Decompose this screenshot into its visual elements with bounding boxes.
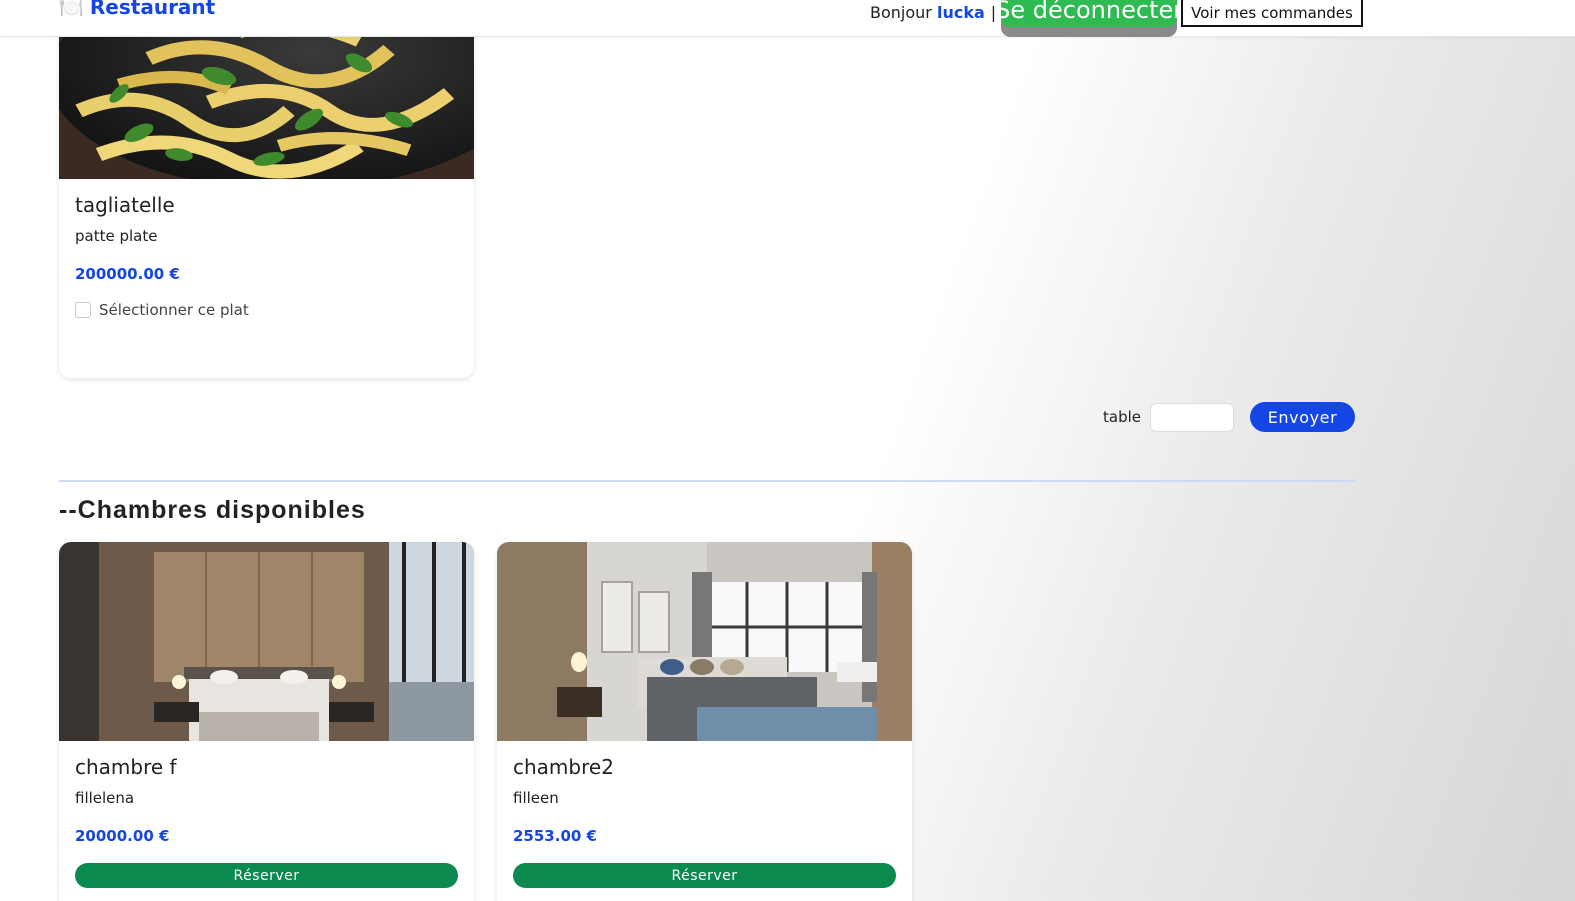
- reserve-button[interactable]: Réserver: [513, 863, 896, 888]
- plate-icon: 🍽️: [59, 0, 84, 19]
- my-orders-button[interactable]: Voir mes commandes: [1181, 0, 1363, 27]
- dish-card: tagliatelle patte plate 200000.00 € Séle…: [59, 0, 474, 378]
- rooms-section-title: --Chambres disponibles: [59, 496, 366, 524]
- room-price: 20000.00 €: [75, 827, 170, 845]
- send-order-button[interactable]: Envoyer: [1250, 402, 1355, 432]
- select-dish-label: Sélectionner ce plat: [99, 301, 249, 319]
- room-image: [497, 542, 912, 741]
- greeting-text: Bonjour: [870, 3, 932, 22]
- user-nav: Bonjour lucka | Se déconnecter Voir mes …: [870, 0, 1363, 37]
- room-image: [59, 542, 474, 741]
- username: lucka: [936, 3, 985, 22]
- room-name: chambre f: [75, 755, 177, 779]
- logout-button[interactable]: Se déconnecter: [1001, 0, 1178, 37]
- greeting: Bonjour lucka: [870, 3, 985, 22]
- dish-name: tagliatelle: [75, 193, 175, 217]
- top-navbar: 🍽️ Restaurant Bonjour lucka | Se déconne…: [0, 0, 1575, 37]
- dish-card-body: tagliatelle patte plate 200000.00 € Séle…: [59, 179, 474, 335]
- room-price: 2553.00 €: [513, 827, 597, 845]
- room-card: chambre f fillelena 20000.00 € Réserver: [59, 542, 474, 901]
- dish-description: patte plate: [75, 227, 158, 245]
- select-dish-row[interactable]: Sélectionner ce plat: [75, 301, 458, 319]
- select-dish-checkbox[interactable]: [75, 302, 91, 318]
- reserve-button[interactable]: Réserver: [75, 863, 458, 888]
- room-name: chambre2: [513, 755, 614, 779]
- brand-name: Restaurant: [89, 0, 216, 19]
- brand-link[interactable]: 🍽️ Restaurant: [59, 0, 215, 19]
- order-form: table Envoyer: [1103, 402, 1355, 432]
- dish-price: 200000.00 €: [75, 265, 180, 283]
- table-number-input[interactable]: [1150, 402, 1234, 432]
- section-divider: [59, 480, 1355, 482]
- room-description: fillelena: [75, 789, 135, 807]
- room-card-body: chambre2 filleen 2553.00 € Réserver: [497, 741, 912, 901]
- nav-separator: |: [990, 3, 997, 22]
- room-description: filleen: [513, 789, 559, 807]
- table-label: table: [1103, 408, 1141, 426]
- room-card: chambre2 filleen 2553.00 € Réserver: [497, 542, 912, 901]
- room-card-body: chambre f fillelena 20000.00 € Réserver: [59, 741, 474, 901]
